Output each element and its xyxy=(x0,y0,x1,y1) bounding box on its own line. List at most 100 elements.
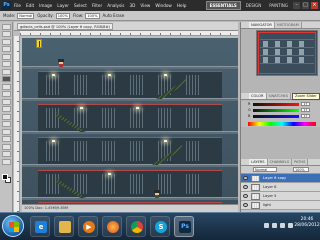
menu-filter[interactable]: Filter xyxy=(92,3,102,8)
workspace-painting[interactable]: PAINTING xyxy=(266,2,291,9)
taskbar-explorer-button[interactable] xyxy=(54,216,74,237)
zoom-tool-icon[interactable] xyxy=(2,158,11,165)
magic-wand-tool-icon[interactable] xyxy=(2,46,11,52)
blue-slider[interactable] xyxy=(253,115,299,118)
menu-help[interactable]: Help xyxy=(177,3,187,8)
layer-row[interactable]: Layer 6 copy xyxy=(241,174,320,183)
green-slider[interactable] xyxy=(253,109,299,112)
eye-icon[interactable] xyxy=(243,203,248,207)
character-body xyxy=(59,64,63,67)
maximize-button[interactable]: □ xyxy=(302,2,309,9)
taskbar-ie-button[interactable]: e xyxy=(30,216,50,237)
flow-field[interactable]: 100% xyxy=(85,12,100,19)
taskbar-clock[interactable]: 20:46 28/06/2012 xyxy=(294,217,320,237)
minimize-button[interactable]: – xyxy=(293,2,300,9)
menu-window[interactable]: Window xyxy=(155,3,172,8)
red-value[interactable]: 17 xyxy=(301,102,310,106)
workspace-essentials[interactable]: ESSENTIALS xyxy=(205,1,241,10)
photoshop-window: Ps File Edit Image Layer Select Filter A… xyxy=(0,0,320,240)
hand-tool-icon[interactable] xyxy=(2,151,11,157)
dodge-tool-icon[interactable] xyxy=(2,113,11,120)
stamp-tool-icon[interactable] xyxy=(2,83,11,90)
pencil-tool-icon[interactable] xyxy=(2,76,11,82)
taskbar-skype-button[interactable]: S xyxy=(150,216,170,237)
taskbar-photoshop-button[interactable]: Ps xyxy=(174,216,194,237)
taskbar-firefox-button[interactable] xyxy=(102,216,122,237)
eraser-tool-icon[interactable] xyxy=(2,98,11,105)
pencil-cursor-icon xyxy=(36,39,42,48)
flag-icon[interactable] xyxy=(288,223,293,228)
window-bay xyxy=(74,141,88,161)
workspace-design[interactable]: DESIGN xyxy=(243,2,264,9)
tab-layers[interactable]: LAYERS xyxy=(249,159,268,165)
network-icon[interactable] xyxy=(272,223,277,228)
taskbar-media-player-button[interactable]: ▶ xyxy=(78,216,98,237)
layer-name: Layer 5 xyxy=(263,194,277,198)
lasso-tool-icon[interactable] xyxy=(2,38,11,45)
menu-3d[interactable]: 3D xyxy=(130,3,136,8)
volume-icon[interactable] xyxy=(280,223,285,228)
menu-analysis[interactable]: Analysis xyxy=(107,3,124,8)
document-tab-bar: gdiscia_cells.psd @ 100% (Layer 6 copy, … xyxy=(14,22,238,31)
windows-logo-icon xyxy=(9,222,19,232)
blue-value[interactable]: 17 xyxy=(301,114,310,118)
tab-navigator[interactable]: NAVIGATOR xyxy=(249,22,275,28)
shape-tool-icon[interactable] xyxy=(2,143,11,150)
canvas[interactable] xyxy=(22,38,238,232)
color-spectrum-bar[interactable] xyxy=(248,122,316,126)
close-button[interactable]: × xyxy=(311,2,318,9)
tab-color[interactable]: COLOR xyxy=(249,93,267,99)
tab-paths[interactable]: PATHS xyxy=(292,159,309,165)
marquee-tool-icon[interactable] xyxy=(2,31,11,37)
path-selection-tool-icon[interactable] xyxy=(2,136,11,142)
history-brush-tool-icon[interactable] xyxy=(2,91,11,97)
green-value[interactable]: 17 xyxy=(301,108,310,112)
gradient-tool-icon[interactable] xyxy=(2,106,11,112)
start-button[interactable] xyxy=(2,215,24,237)
navigator-view-box[interactable] xyxy=(258,32,316,74)
taskbar-chrome-button[interactable] xyxy=(126,216,146,237)
menu-layer[interactable]: Layer xyxy=(57,3,69,8)
foreground-color-swatch[interactable] xyxy=(2,174,8,180)
menu-edit[interactable]: Edit xyxy=(26,3,34,8)
vertical-ruler xyxy=(14,36,20,212)
document-tab[interactable]: gdiscia_cells.psd @ 100% (Layer 6 copy, … xyxy=(17,23,113,30)
type-tool-icon[interactable] xyxy=(2,128,11,135)
show-hidden-icons-icon[interactable] xyxy=(264,223,269,228)
navigator-panel-header: NAVIGATOR HISTOGRAM xyxy=(241,22,320,29)
menu-image[interactable]: Image xyxy=(39,3,52,8)
move-tool-icon[interactable] xyxy=(2,23,11,30)
layer-opacity-field[interactable]: 100% xyxy=(293,167,309,172)
tab-histogram[interactable]: HISTOGRAM xyxy=(274,22,302,28)
menu-view[interactable]: View xyxy=(140,3,150,8)
crop-tool-icon[interactable] xyxy=(2,53,11,60)
navigator-thumbnail[interactable] xyxy=(256,30,318,76)
menu-file[interactable]: File xyxy=(14,3,21,8)
eye-icon[interactable] xyxy=(243,176,248,180)
healing-tool-icon[interactable] xyxy=(2,68,11,75)
pen-tool-icon[interactable] xyxy=(2,121,11,127)
opacity-field[interactable]: 100% xyxy=(55,12,70,19)
auto-erase-checkbox[interactable]: Auto Erase xyxy=(103,13,125,18)
blend-mode-select[interactable]: Normal xyxy=(253,167,277,172)
window-bay xyxy=(186,174,200,194)
tab-swatches[interactable]: SWATCHES xyxy=(266,93,292,99)
window-bay xyxy=(102,75,116,95)
layer-row[interactable]: light xyxy=(241,201,320,210)
tab-channels[interactable]: CHANNELS xyxy=(267,159,293,165)
layer-row[interactable]: Layer 6 xyxy=(241,183,320,192)
window-bay xyxy=(46,75,60,95)
layer-name: Layer 6 xyxy=(263,185,277,189)
menu-select[interactable]: Select xyxy=(74,3,87,8)
eye-icon[interactable] xyxy=(243,194,248,198)
mode-select[interactable]: Normal xyxy=(17,12,35,19)
layer-thumbnail xyxy=(251,175,260,182)
eyedropper-tool-icon[interactable] xyxy=(2,61,11,67)
red-slider[interactable] xyxy=(253,103,299,106)
layer-name: Layer 6 copy xyxy=(263,176,287,180)
eye-icon[interactable] xyxy=(243,185,248,189)
document-window: gdiscia_cells.psd @ 100% (Layer 6 copy, … xyxy=(14,22,238,232)
media-player-icon: ▶ xyxy=(83,221,95,233)
firefox-icon xyxy=(107,221,119,233)
layer-row[interactable]: Layer 5 xyxy=(241,192,320,201)
